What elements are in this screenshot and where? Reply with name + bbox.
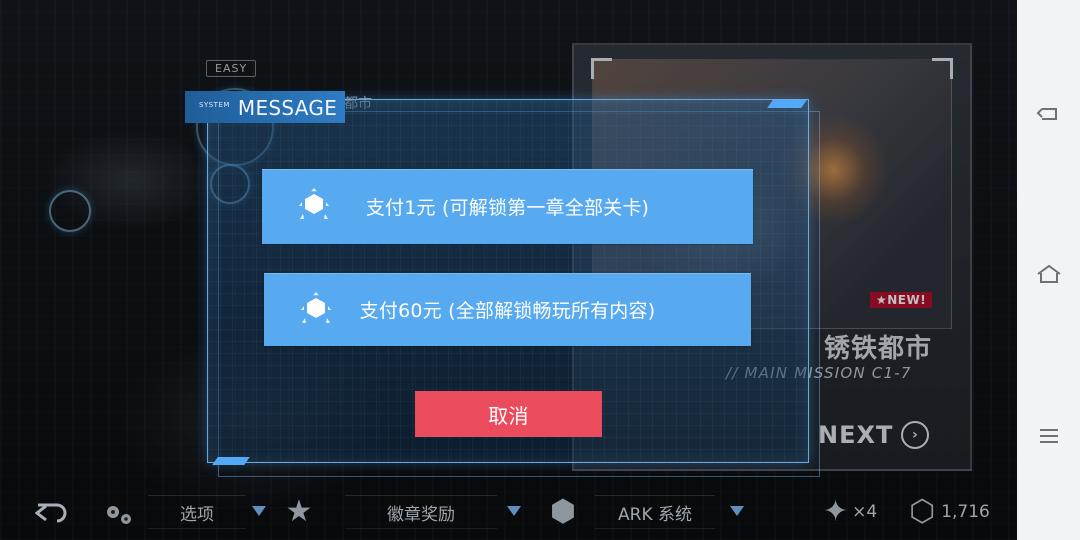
cube-icon [292, 186, 336, 226]
message-modal: SYSTEM MESSAGE 支付1元 (可解锁第一章全部关卡) 支付60元 (… [185, 91, 820, 478]
back-icon[interactable] [33, 496, 71, 530]
cancel-button[interactable]: 取消 [415, 391, 602, 437]
medal-icon[interactable]: ★ [284, 495, 314, 529]
bottom-menu: 选项 ★ 徽章奖励 ⬢ ARK 系统 ✦ ×4 ⬡ 1,716 [0, 495, 1017, 540]
badge-icon: ✦ [823, 494, 849, 529]
gear-icon[interactable] [97, 497, 141, 531]
currency-count-value: 1,716 [941, 502, 990, 522]
pay-1-yuan-button[interactable]: 支付1元 (可解锁第一章全部关卡) [262, 169, 753, 244]
currency-icon: ⬡ [909, 494, 936, 529]
currency-count: ⬡ 1,716 [909, 494, 990, 529]
modal-corner-accent [212, 457, 250, 465]
modal-system-label: SYSTEM [199, 101, 230, 109]
pay-60-yuan-button[interactable]: 支付60元 (全部解锁畅玩所有内容) [264, 273, 751, 346]
android-navigation-bar [1017, 0, 1080, 540]
modal-header: SYSTEM MESSAGE [185, 91, 345, 123]
pay-1-yuan-label: 支付1元 (可解锁第一章全部关卡) [365, 197, 650, 219]
menu-frame [595, 495, 715, 529]
chevron-down-icon [507, 506, 521, 516]
medal-rewards-button[interactable]: 徽章奖励 [345, 495, 497, 529]
badge-count-value: ×4 [852, 502, 878, 522]
menu-frame [345, 495, 497, 529]
options-button[interactable]: 选项 [148, 495, 246, 529]
cube-icon [294, 290, 338, 330]
cancel-label: 取消 [488, 403, 529, 428]
back-icon[interactable] [1031, 96, 1067, 132]
chevron-down-icon [252, 506, 266, 516]
home-icon[interactable] [1031, 257, 1067, 293]
chevron-down-icon [730, 506, 744, 516]
modal-title: MESSAGE [237, 96, 338, 120]
ark-system-button[interactable]: ARK 系统 [595, 495, 715, 529]
menu-icon[interactable] [1031, 418, 1067, 454]
modal-corner-accent [767, 100, 807, 108]
menu-frame [148, 495, 246, 529]
pay-60-yuan-label: 支付60元 (全部解锁畅玩所有内容) [359, 300, 656, 322]
ark-icon[interactable]: ⬢ [540, 495, 586, 529]
badge-count: ✦ ×4 [823, 495, 883, 529]
